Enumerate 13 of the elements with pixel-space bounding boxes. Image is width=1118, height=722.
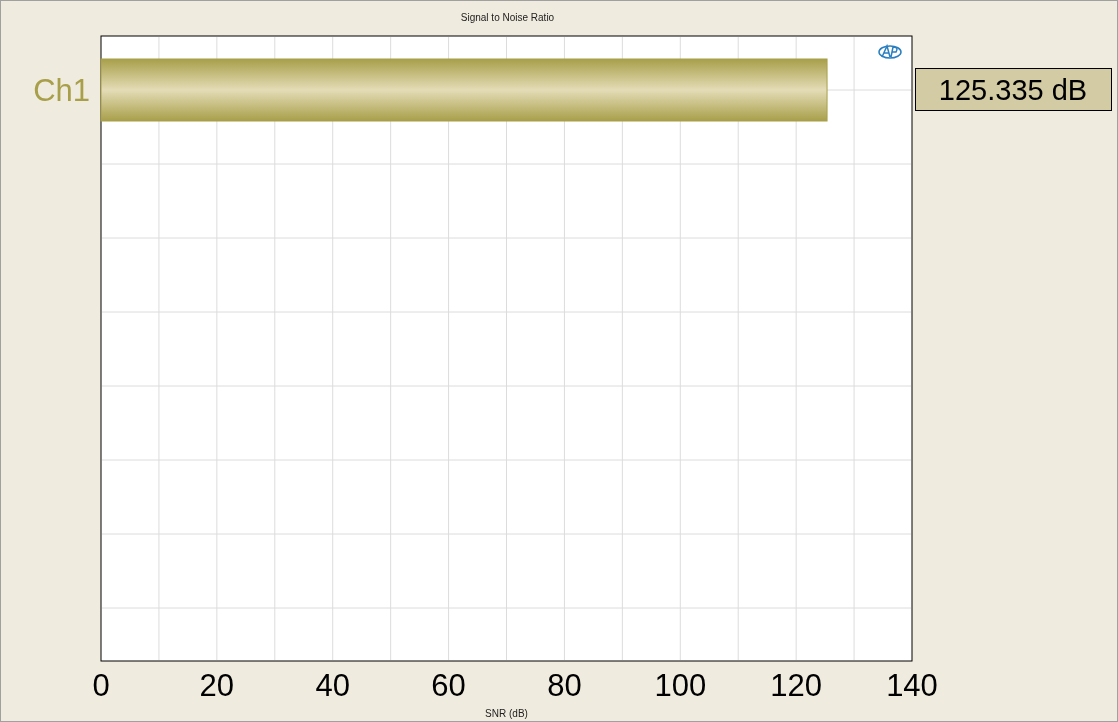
- x-tick-label: 0: [92, 668, 110, 703]
- category-label: Ch1: [33, 73, 90, 108]
- x-tick-label: 60: [431, 668, 466, 703]
- x-axis-title: SNR (dB): [485, 708, 528, 719]
- x-tick-label: 100: [654, 668, 707, 703]
- value-label: 125.335 dB: [915, 68, 1112, 111]
- x-tick-label: 80: [547, 668, 582, 703]
- chart-title: Signal to Noise Ratio: [460, 12, 555, 23]
- x-tick-label: 20: [199, 668, 235, 703]
- logo-icon: [878, 45, 902, 59]
- x-tick-label: 140: [886, 668, 938, 703]
- x-tick-label: 40: [315, 668, 350, 703]
- x-tick-label: 120: [770, 668, 822, 703]
